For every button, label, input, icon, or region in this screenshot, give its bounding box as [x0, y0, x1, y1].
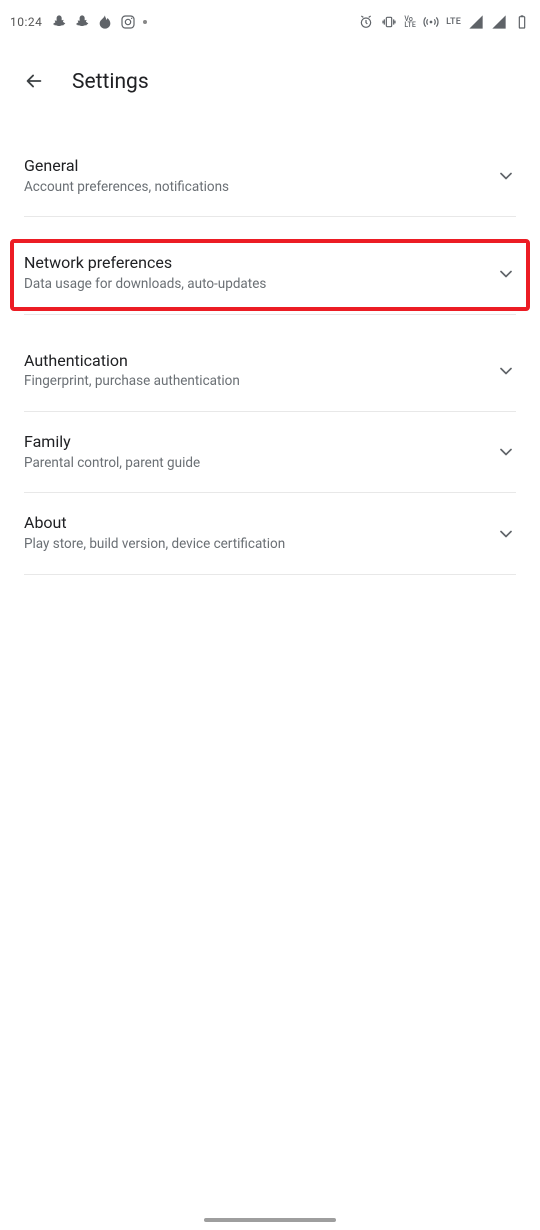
row-title: General	[24, 156, 484, 177]
row-title: Authentication	[24, 351, 484, 372]
status-bar: 10:24 Vo LTE LTE	[0, 0, 540, 44]
lte-indicator: LTE	[446, 17, 461, 27]
more-notifications-dot	[143, 20, 147, 24]
row-texts: Family Parental control, parent guide	[24, 432, 496, 472]
chevron-down-icon	[496, 361, 516, 381]
row-title: Family	[24, 432, 484, 453]
status-left: 10:24	[10, 14, 147, 30]
row-texts: General Account preferences, notificatio…	[24, 156, 496, 196]
row-authentication[interactable]: Authentication Fingerprint, purchase aut…	[24, 331, 516, 412]
vibrate-icon	[381, 14, 397, 30]
hotspot-icon	[423, 14, 439, 30]
instagram-icon	[120, 14, 136, 30]
tinder-icon	[97, 14, 113, 30]
row-subtitle: Data usage for downloads, auto-updates	[24, 276, 484, 294]
signal-icon-2	[491, 14, 507, 30]
row-subtitle: Fingerprint, purchase authentication	[24, 373, 484, 391]
status-right: Vo LTE LTE	[358, 14, 530, 30]
row-network-preferences[interactable]: Network preferences Data usage for downl…	[24, 233, 516, 314]
volte-indicator: Vo LTE	[404, 16, 416, 29]
row-subtitle: Play store, build version, device certif…	[24, 536, 484, 554]
app-bar: Settings	[0, 54, 540, 110]
row-texts: About Play store, build version, device …	[24, 513, 496, 553]
row-texts: Authentication Fingerprint, purchase aut…	[24, 351, 496, 391]
row-title: About	[24, 513, 484, 534]
arrow-back-icon	[23, 70, 45, 95]
row-title: Network preferences	[24, 253, 484, 274]
chevron-down-icon	[496, 524, 516, 544]
snapchat-icon	[51, 14, 67, 30]
row-family[interactable]: Family Parental control, parent guide	[24, 412, 516, 493]
back-button[interactable]	[14, 62, 54, 102]
alarm-icon	[358, 14, 374, 30]
row-subtitle: Account preferences, notifications	[24, 179, 484, 197]
settings-list: General Account preferences, notificatio…	[0, 136, 540, 575]
chevron-down-icon	[496, 166, 516, 186]
chevron-down-icon	[496, 442, 516, 462]
snapchat-icon-2	[74, 14, 90, 30]
gesture-nav-handle[interactable]	[204, 1218, 336, 1222]
clock: 10:24	[10, 15, 42, 29]
signal-icon-1	[468, 14, 484, 30]
chevron-down-icon	[496, 264, 516, 284]
row-texts: Network preferences Data usage for downl…	[24, 253, 496, 293]
page-title: Settings	[72, 70, 149, 94]
highlight-wrapper: Network preferences Data usage for downl…	[24, 233, 516, 314]
row-general[interactable]: General Account preferences, notificatio…	[24, 136, 516, 217]
row-about[interactable]: About Play store, build version, device …	[24, 493, 516, 574]
row-subtitle: Parental control, parent guide	[24, 455, 484, 473]
battery-icon	[514, 14, 530, 30]
